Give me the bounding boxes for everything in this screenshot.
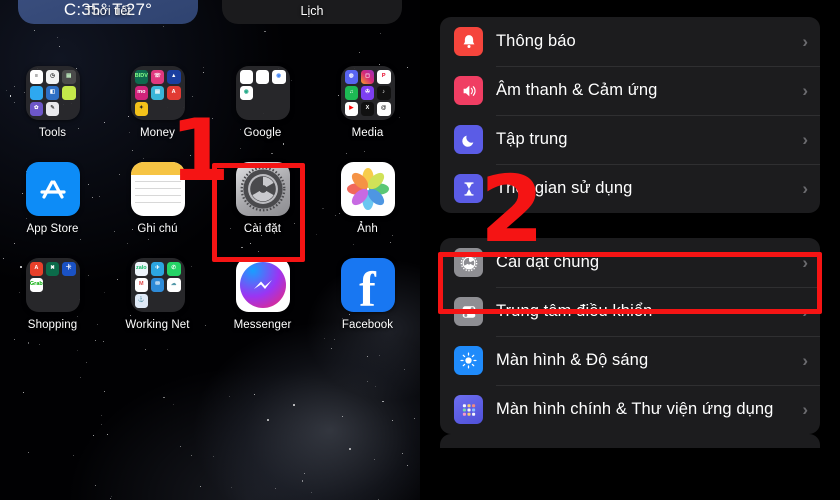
home-item-money[interactable]: BIDV ☏ ▲ mo ▤ A ✦ Money [105, 66, 210, 162]
app-library-icon [454, 395, 483, 424]
home-item-media[interactable]: ◍ ◻ P ♫ ✇ ♪ ▶ X @ Media [315, 66, 420, 162]
settings-group-1: Thông báo › Âm thanh & Cảm ứng › Tập tru… [440, 17, 820, 213]
home-item-notes[interactable]: Ghi chú [105, 162, 210, 258]
home-item-label: App Store [26, 223, 79, 235]
settings-row-label: Cài đặt chung [496, 252, 600, 271]
chevron-right-icon: › [802, 31, 808, 51]
control-center-icon [454, 297, 483, 326]
bell-icon [454, 27, 483, 56]
chevron-right-icon: › [802, 178, 808, 198]
home-item-label: Shopping [27, 319, 78, 331]
settings-row-tap-trung[interactable]: Tập trung › [440, 115, 820, 164]
brightness-icon [454, 346, 483, 375]
app-grid: ≡ ◷ ▤ ◧ ✿ ✎ Tools BIDV ☏ ▲ mo ▤ A ✦ Mone… [0, 66, 420, 354]
home-item-label: Google [243, 127, 282, 139]
tools-folder-icon[interactable]: ≡ ◷ ▤ ◧ ✿ ✎ [25, 66, 80, 120]
settings-row-label: Màn hình chính & Thư viện ứng dụng [496, 399, 774, 418]
settings-row-cai-dat-chung[interactable]: Cài đặt chung › [440, 238, 820, 287]
home-item-label: Ảnh [357, 223, 378, 235]
settings-row-thong-bao[interactable]: Thông báo › [440, 17, 820, 66]
widget-row: C:35° T:27° Thời tiết Lịch [0, 0, 420, 30]
speaker-icon [454, 76, 483, 105]
chevron-right-icon: › [802, 252, 808, 272]
settings-row-label: Tập trung [496, 129, 568, 148]
settings-row-label: Âm thanh & Cảm ứng [496, 80, 658, 99]
home-item-working-net[interactable]: zalo ✈ ✆ M ✉ ☁ ⚓ Working Net [105, 258, 210, 354]
settings-row-label: Thông báo [496, 31, 576, 50]
home-item-label: Tools [38, 127, 67, 139]
screenshot-root: C:35° T:27° Thời tiết Lịch ≡ ◷ ▤ ◧ ✿ ✎ T… [0, 0, 840, 500]
home-item-settings[interactable]: Cài đặt [210, 162, 315, 258]
google-folder-icon[interactable]: ◉ ◉ [235, 66, 290, 120]
home-item-shopping[interactable]: A ✖ 卡 Grab Shopping [0, 258, 105, 354]
working-net-folder-icon[interactable]: zalo ✈ ✆ M ✉ ☁ ⚓ [130, 258, 185, 312]
chevron-right-icon: › [802, 399, 808, 419]
app-grid-row: ≡ ◷ ▤ ◧ ✿ ✎ Tools BIDV ☏ ▲ mo ▤ A ✦ Mone… [0, 66, 420, 162]
chevron-right-icon: › [802, 80, 808, 100]
settings-row-man-hinh-do-sang[interactable]: Màn hình & Độ sáng › [440, 336, 820, 385]
media-folder-icon[interactable]: ◍ ◻ P ♫ ✇ ♪ ▶ X @ [340, 66, 395, 120]
notes-icon[interactable] [130, 162, 185, 216]
home-item-label: Messenger [233, 319, 292, 331]
app-grid-row: A ✖ 卡 Grab Shopping zalo ✈ ✆ M ✉ ☁ ⚓ Wor… [0, 258, 420, 354]
home-item-tools[interactable]: ≡ ◷ ▤ ◧ ✿ ✎ Tools [0, 66, 105, 162]
home-item-label: Working Net [125, 319, 190, 331]
weather-widget-label: Thời tiết [85, 4, 131, 18]
settings-row-thoi-gian-su-dung[interactable]: Thời gian sử dụng › [440, 164, 820, 213]
settings-row-trung-tam-dieu-khien[interactable]: Trung tâm điều khiển › [440, 287, 820, 336]
photos-icon[interactable] [340, 162, 395, 216]
home-item-app-store[interactable]: App Store [0, 162, 105, 258]
settings-row-man-hinh-chinh-thu-vien[interactable]: Màn hình chính & Thư viện ứng dụng › [440, 385, 820, 434]
chevron-right-icon: › [802, 129, 808, 149]
home-item-label: Cài đặt [243, 223, 282, 235]
home-item-messenger[interactable]: Messenger [210, 258, 315, 354]
app-grid-row: App Store Ghi chú Cài đặt Ảnh [0, 162, 420, 258]
chevron-right-icon: › [802, 350, 808, 370]
ios-settings-list: Thông báo › Âm thanh & Cảm ứng › Tập tru… [420, 0, 840, 500]
settings-gear-icon[interactable] [235, 162, 290, 216]
money-folder-icon[interactable]: BIDV ☏ ▲ mo ▤ A ✦ [130, 66, 185, 120]
settings-row-label: Thời gian sử dụng [496, 178, 633, 197]
home-item-label: Ghi chú [137, 223, 178, 235]
home-item-label: Facebook [341, 319, 394, 331]
settings-row-label: Màn hình & Độ sáng [496, 350, 649, 369]
settings-group-2: Cài đặt chung › Trung tâm điều khiển › M… [440, 238, 820, 434]
facebook-icon[interactable]: f [340, 258, 395, 312]
app-store-icon[interactable] [25, 162, 80, 216]
home-item-facebook[interactable]: f Facebook [315, 258, 420, 354]
messenger-icon[interactable] [235, 258, 290, 312]
home-item-google[interactable]: ◉ ◉ Google [210, 66, 315, 162]
hourglass-icon [454, 174, 483, 203]
home-item-label: Money [139, 127, 176, 139]
calendar-widget-label: Lịch [300, 4, 324, 18]
home-item-label: Media [351, 127, 384, 139]
gear-icon [454, 248, 483, 277]
chevron-right-icon: › [802, 301, 808, 321]
moon-icon [454, 125, 483, 154]
shopping-folder-icon[interactable]: A ✖ 卡 Grab [25, 258, 80, 312]
settings-next-group-peek [440, 434, 820, 448]
ios-home-screen: C:35° T:27° Thời tiết Lịch ≡ ◷ ▤ ◧ ✿ ✎ T… [0, 0, 420, 500]
home-item-photos[interactable]: Ảnh [315, 162, 420, 258]
settings-row-label: Trung tâm điều khiển [496, 301, 653, 320]
settings-row-am-thanh-cam-ung[interactable]: Âm thanh & Cảm ứng › [440, 66, 820, 115]
